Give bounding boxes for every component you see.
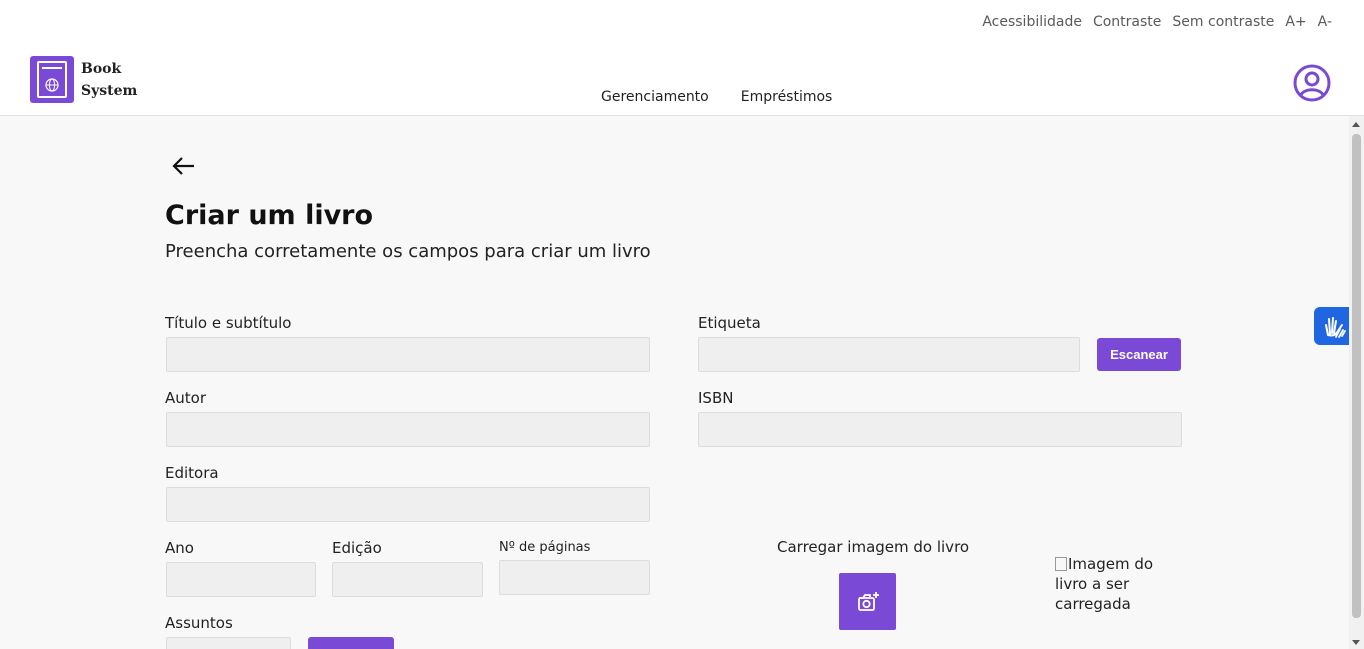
tag-input[interactable] — [698, 337, 1080, 372]
vertical-scrollbar[interactable] — [1349, 116, 1364, 649]
book-image-placeholder: Imagem do livro a ser carregada — [1055, 554, 1170, 614]
no-contrast-link[interactable]: Sem contraste — [1172, 14, 1274, 30]
hands-icon — [1325, 317, 1346, 338]
broken-image-icon — [1055, 557, 1067, 571]
isbn-label: ISBN — [698, 389, 734, 407]
edition-input[interactable] — [332, 562, 483, 597]
isbn-input[interactable] — [698, 412, 1182, 447]
pages-label: Nº de páginas — [499, 540, 591, 555]
upload-label: Carregar imagem do livro — [777, 538, 970, 556]
user-circle-icon[interactable] — [1293, 64, 1331, 102]
year-input[interactable] — [166, 562, 316, 597]
accessibility-bar: Acessibilidade Contraste Sem contraste A… — [971, 14, 1332, 30]
scan-button[interactable]: Escanear — [1097, 338, 1181, 371]
main-nav: Gerenciamento Empréstimos — [601, 89, 864, 105]
title-input[interactable] — [166, 337, 650, 372]
add-subject-button[interactable] — [308, 637, 394, 649]
logo-line-2: System — [81, 82, 138, 99]
edition-label: Edição — [332, 539, 382, 557]
nav-item-emprestimos[interactable]: Empréstimos — [741, 89, 833, 105]
contrast-link[interactable]: Contraste — [1093, 14, 1161, 30]
book-globe-icon — [30, 56, 74, 103]
subjects-label: Assuntos — [165, 614, 233, 632]
page-title: Criar um livro — [165, 200, 374, 231]
scroll-up-icon[interactable] — [1352, 122, 1360, 127]
accessibility-link[interactable]: Acessibilidade — [982, 14, 1082, 30]
logo[interactable]: Book System — [30, 56, 137, 103]
scroll-down-icon[interactable] — [1352, 640, 1360, 645]
page-subtitle: Preencha corretamente os campos para cri… — [165, 241, 651, 262]
arrow-left-icon[interactable] — [171, 153, 197, 179]
nav-item-gerenciamento[interactable]: Gerenciamento — [601, 89, 709, 105]
subjects-input[interactable] — [166, 637, 291, 649]
publisher-input[interactable] — [166, 487, 650, 522]
logo-text: Book System — [81, 58, 137, 102]
publisher-label: Editora — [165, 464, 219, 482]
title-label: Título e subtítulo — [165, 314, 292, 332]
font-decrease-link[interactable]: A- — [1318, 14, 1332, 30]
scrollbar-thumb[interactable] — [1352, 134, 1361, 618]
author-input[interactable] — [166, 412, 650, 447]
top-header: Acessibilidade Contraste Sem contraste A… — [0, 0, 1364, 116]
pages-input[interactable] — [499, 560, 650, 595]
upload-image-button[interactable] — [839, 573, 896, 630]
image-alt-text: Imagem do livro a ser carregada — [1055, 555, 1154, 613]
vlibras-widget-button[interactable] — [1314, 307, 1354, 345]
tag-label: Etiqueta — [698, 314, 761, 332]
year-label: Ano — [165, 539, 194, 557]
logo-line-1: Book — [81, 60, 122, 77]
font-increase-link[interactable]: A+ — [1285, 14, 1306, 30]
camera-plus-icon — [858, 592, 879, 611]
author-label: Autor — [165, 389, 206, 407]
